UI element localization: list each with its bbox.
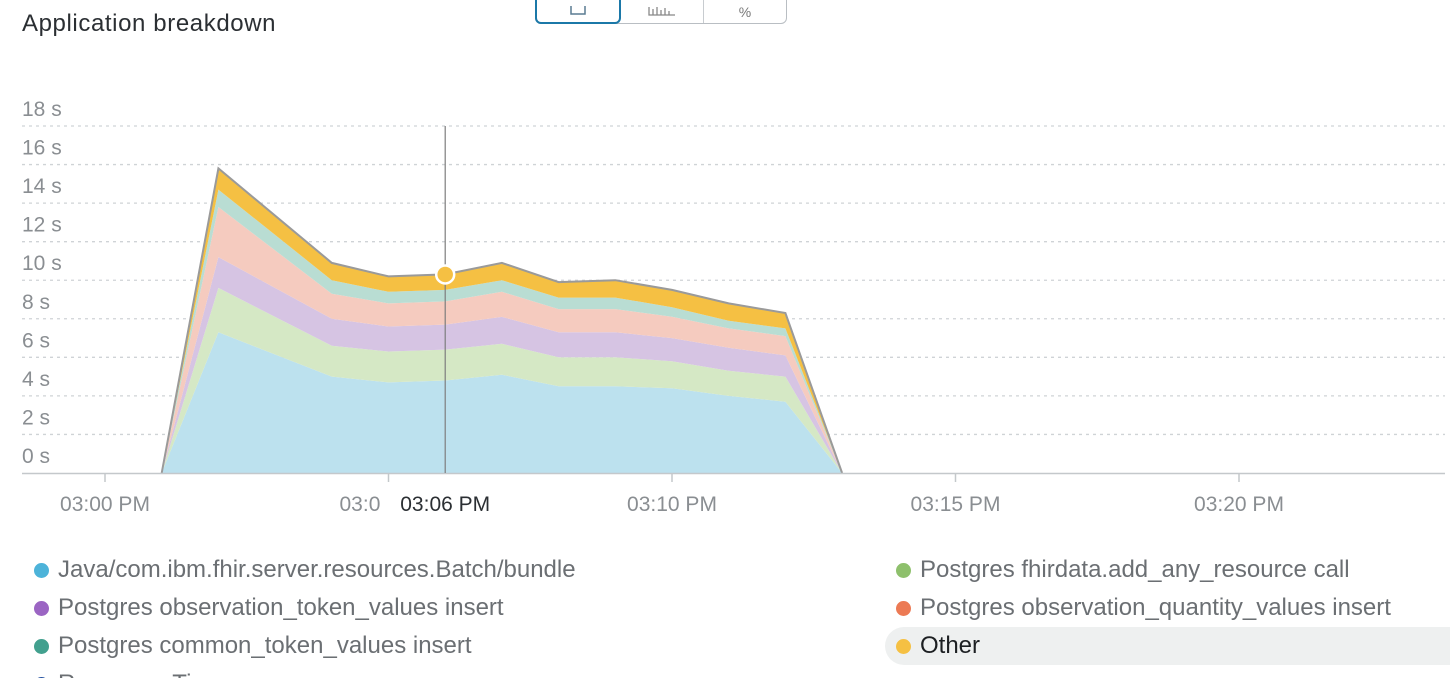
- x-tick-label: 03:15 PM: [911, 493, 1001, 516]
- legend-item[interactable]: Response Time: [34, 665, 225, 678]
- legend-item[interactable]: Other: [885, 627, 1450, 665]
- x-tick-label: 03:00 PM: [60, 493, 150, 516]
- legend-swatch: [34, 600, 49, 616]
- x-tick-label: 03:20 PM: [1194, 493, 1284, 516]
- legend-label: Other: [920, 632, 981, 659]
- crosshair-time-label: 03:06 PM: [400, 493, 490, 516]
- legend-item[interactable]: Postgres observation_quantity_values ins…: [896, 589, 1391, 627]
- legend-label: Postgres common_token_values insert: [58, 632, 472, 659]
- y-axis: 0 s 2 s 4 s 6 s 8 s 10 s 12 s 14 s 16 s 18 s: [22, 98, 62, 468]
- y-tick-label: 18 s: [22, 98, 62, 121]
- y-tick-label: 6 s: [22, 329, 50, 352]
- series-areas: [160, 166, 844, 474]
- legend-swatch: [896, 600, 911, 616]
- stacked-area-chart: 0 s 2 s 4 s 6 s 8 s 10 s 12 s 14 s 16 s 18 s 03:0…: [22, 98, 1445, 518]
- y-tick-label: 2 s: [22, 406, 50, 429]
- chart-legend: Java/com.ibm.fhir.server.resources.Batch…: [0, 548, 1450, 678]
- y-tick-label: 12 s: [22, 214, 62, 237]
- legend-label: Response Time: [58, 670, 225, 678]
- legend-swatch: [34, 562, 49, 578]
- legend-item[interactable]: Postgres common_token_values insert: [34, 627, 472, 665]
- legend-swatch: [34, 638, 49, 654]
- x-tick-label: 03:0: [340, 493, 381, 516]
- legend-swatch: [896, 562, 911, 578]
- legend-item[interactable]: Java/com.ibm.fhir.server.resources.Batch…: [34, 551, 576, 589]
- x-axis: 03:00 PM 03:0 03:10 PM 03:15 PM 03:20 PM: [22, 472, 1445, 516]
- crosshair-point: [434, 264, 456, 285]
- y-tick-label: 8 s: [22, 291, 50, 314]
- legend-item[interactable]: Postgres observation_token_values insert: [34, 589, 504, 627]
- legend-label: Postgres fhirdata.add_any_resource call: [920, 556, 1350, 583]
- y-tick-label: 16 s: [22, 137, 62, 160]
- x-tick-label: 03:10 PM: [627, 493, 717, 516]
- legend-label: Postgres observation_quantity_values ins…: [920, 594, 1391, 621]
- y-tick-label: 4 s: [22, 368, 50, 391]
- legend-label: Postgres observation_token_values insert: [58, 594, 504, 621]
- y-tick-label: 14 s: [22, 175, 62, 198]
- legend-swatch: [896, 638, 911, 654]
- legend-item[interactable]: Postgres fhirdata.add_any_resource call: [896, 551, 1350, 589]
- legend-label: Java/com.ibm.fhir.server.resources.Batch…: [58, 556, 576, 583]
- y-tick-label: 10 s: [22, 252, 62, 275]
- y-tick-label: 0 s: [22, 445, 50, 468]
